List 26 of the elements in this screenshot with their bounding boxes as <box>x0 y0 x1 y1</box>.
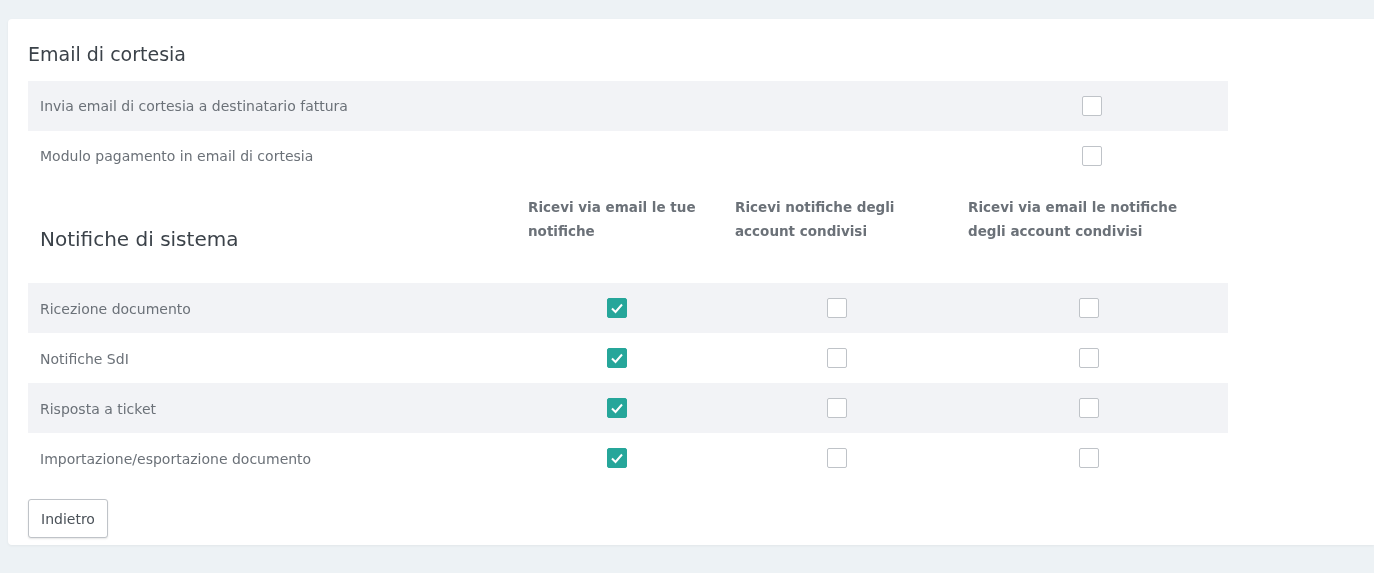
back-button[interactable]: Indietro <box>28 499 108 538</box>
column-header: Ricevi via email le notifiche degli account condivisi <box>968 199 1178 239</box>
checkbox[interactable] <box>1082 146 1102 166</box>
checkbox[interactable] <box>1082 96 1102 116</box>
notification-label: Importazione/esportazione documento <box>40 450 312 467</box>
checkbox[interactable] <box>827 348 847 368</box>
setting-label: Modulo pagamento in email di cortesia <box>40 148 315 164</box>
checkbox[interactable] <box>1079 298 1099 318</box>
checkbox[interactable] <box>827 298 847 318</box>
checkbox[interactable] <box>827 448 847 468</box>
checkbox[interactable] <box>607 298 627 318</box>
section-title: Email di cortesia <box>28 42 187 67</box>
checkbox[interactable] <box>1079 398 1099 418</box>
checkbox[interactable] <box>827 398 847 418</box>
column-header: Ricevi notifiche degli account condivisi <box>735 199 895 239</box>
checkbox[interactable] <box>607 348 627 368</box>
notification-label: Risposta a ticket <box>40 400 156 417</box>
checkbox[interactable] <box>607 448 627 468</box>
notification-label: Ricezione documento <box>40 300 191 317</box>
section-title: Notifiche di sistema <box>40 227 239 251</box>
checkbox[interactable] <box>1079 448 1099 468</box>
checkbox[interactable] <box>1079 348 1099 368</box>
setting-label: Invia email di cortesia a destinatario fattura <box>40 98 349 114</box>
checkbox[interactable] <box>607 398 627 418</box>
column-header: Ricevi via email le tue notifiche <box>528 199 696 239</box>
notification-label: Notifiche SdI <box>40 350 129 367</box>
